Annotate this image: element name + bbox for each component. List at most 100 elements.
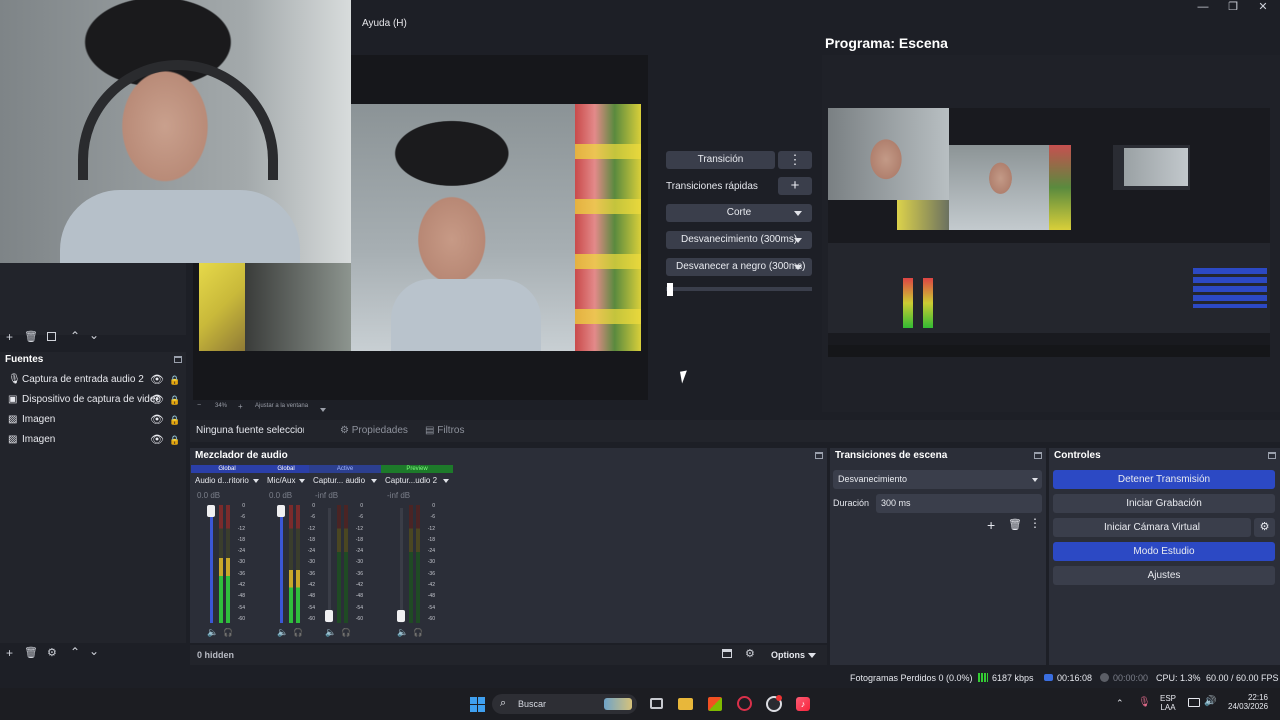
- add-quick-transition-button[interactable]: +: [778, 177, 812, 195]
- windows-start-icon[interactable]: [470, 697, 485, 712]
- layout-icon[interactable]: [722, 649, 732, 658]
- chevron-down-icon[interactable]: [794, 238, 802, 243]
- channel-name[interactable]: Mic/Aux: [267, 476, 295, 485]
- source-item[interactable]: ▨ Imagen 👁 🔒: [0, 430, 185, 450]
- options-button[interactable]: Options: [771, 650, 816, 660]
- store-icon[interactable]: [708, 697, 722, 711]
- quick-transition-cut[interactable]: Corte: [666, 204, 812, 222]
- task-view-icon[interactable]: [650, 698, 663, 709]
- lock-icon[interactable]: 🔒: [169, 390, 180, 410]
- zoom-fit-select[interactable]: Ajustar a la ventana: [255, 403, 308, 409]
- filters-button[interactable]: ▤ Filtros: [425, 425, 464, 436]
- source-item[interactable]: ▣ Dispositivo de captura de video 👁 🔒: [0, 390, 185, 410]
- lock-icon[interactable]: 🔒: [169, 410, 180, 430]
- dock-icon[interactable]: [815, 452, 823, 459]
- taskbar-search[interactable]: ⌕ Buscar: [492, 694, 637, 714]
- volume-fader-handle[interactable]: [397, 610, 405, 622]
- chevron-down-icon[interactable]: [794, 265, 802, 270]
- plus-icon[interactable]: +: [987, 517, 995, 533]
- volume-fader[interactable]: [328, 508, 331, 623]
- chevron-down-icon[interactable]: [371, 479, 377, 483]
- channel-name[interactable]: Captur... audio: [313, 476, 365, 485]
- virtual-camera-settings-button[interactable]: ⚙: [1254, 518, 1275, 537]
- speaker-icon[interactable]: 🔊: [1204, 696, 1216, 707]
- dock-icon[interactable]: [1268, 452, 1276, 459]
- transition-button[interactable]: Transición: [666, 151, 775, 169]
- minimize-button[interactable]: —: [1188, 0, 1218, 14]
- link-icon[interactable]: ⚙: [745, 647, 755, 660]
- volume-fader-handle[interactable]: [325, 610, 333, 622]
- transition-select[interactable]: Desvanecimiento: [833, 470, 1042, 489]
- speaker-icon[interactable]: 🔈: [325, 627, 336, 638]
- volume-fader[interactable]: [210, 508, 213, 623]
- microphone-icon[interactable]: 🎙: [1138, 697, 1151, 708]
- kebab-icon[interactable]: ⋮: [1029, 516, 1041, 530]
- channel-name[interactable]: Captur...udio 2: [385, 476, 437, 485]
- gear-icon[interactable]: ⚙: [47, 646, 57, 659]
- headphones-icon[interactable]: 🎧: [341, 628, 351, 637]
- dock-icon[interactable]: [1034, 452, 1042, 459]
- start-recording-button[interactable]: Iniciar Grabación: [1053, 494, 1275, 513]
- chevron-down-icon[interactable]: [443, 479, 449, 483]
- chevron-down-icon[interactable]: [320, 404, 326, 416]
- language-indicator[interactable]: ESP LAA: [1160, 694, 1176, 712]
- properties-button[interactable]: ⚙ Propiedades: [340, 425, 408, 436]
- speaker-icon[interactable]: 🔈: [277, 627, 288, 638]
- filter-icon[interactable]: [47, 332, 56, 341]
- zoom-in-button[interactable]: +: [238, 402, 243, 411]
- scenes-list[interactable]: [0, 263, 186, 335]
- speaker-icon[interactable]: 🔈: [397, 627, 408, 638]
- trash-icon[interactable]: 🗑: [24, 330, 38, 343]
- menu-help[interactable]: Ayuda (H): [362, 18, 407, 29]
- opera-icon[interactable]: [737, 696, 752, 711]
- chevron-down-icon[interactable]: [794, 211, 802, 216]
- lock-icon[interactable]: 🔒: [169, 430, 180, 450]
- transition-slider[interactable]: [666, 287, 812, 291]
- headphones-icon[interactable]: 🎧: [223, 628, 233, 637]
- volume-fader[interactable]: [280, 508, 283, 623]
- zoom-out-button[interactable]: −: [197, 402, 201, 409]
- eye-icon[interactable]: 👁: [150, 410, 164, 430]
- eye-icon[interactable]: 👁: [150, 390, 164, 410]
- volume-fader-handle[interactable]: [277, 505, 285, 517]
- duration-input[interactable]: 300 ms: [876, 494, 1042, 513]
- trash-icon[interactable]: 🗑: [24, 646, 38, 659]
- chevron-down-icon[interactable]: [253, 479, 259, 483]
- db-scale-tick: -18: [427, 536, 435, 543]
- transition-menu-button[interactable]: ⋮: [778, 151, 812, 169]
- start-virtual-camera-button[interactable]: Iniciar Cámara Virtual: [1053, 518, 1251, 537]
- add-scene-button[interactable]: +: [6, 330, 13, 344]
- studio-mode-button[interactable]: Modo Estudio: [1053, 542, 1275, 561]
- source-item[interactable]: ▨ Imagen 👁 🔒: [0, 410, 185, 430]
- add-source-button[interactable]: +: [6, 646, 13, 660]
- chevron-down-icon[interactable]: [299, 479, 305, 483]
- chevron-up-icon[interactable]: ⌃: [70, 645, 80, 659]
- eye-icon[interactable]: 👁: [150, 430, 164, 450]
- volume-fader-handle[interactable]: [207, 505, 215, 517]
- monitor-icon[interactable]: [1188, 698, 1200, 707]
- transition-slider-handle[interactable]: [667, 283, 673, 296]
- chevron-up-icon[interactable]: ⌃: [1116, 698, 1124, 709]
- file-explorer-icon[interactable]: [678, 698, 693, 710]
- close-button[interactable]: ✕: [1248, 0, 1278, 14]
- quick-transition-fade-black[interactable]: Desvanecer a negro (300ms): [666, 258, 812, 276]
- clock[interactable]: 22:16 24/03/2026: [1228, 693, 1268, 711]
- speaker-icon[interactable]: 🔈: [207, 627, 218, 638]
- channel-name[interactable]: Audio d...ritorio: [195, 476, 249, 485]
- trash-icon[interactable]: 🗑: [1008, 518, 1022, 531]
- lock-icon[interactable]: 🔒: [169, 370, 180, 390]
- music-icon[interactable]: ♪: [796, 697, 810, 711]
- headphones-icon[interactable]: 🎧: [413, 628, 423, 637]
- settings-button[interactable]: Ajustes: [1053, 566, 1275, 585]
- chevron-down-icon[interactable]: ⌄: [89, 644, 99, 658]
- source-item[interactable]: 🎙 Captura de entrada audio 2 👁 🔒: [0, 370, 185, 390]
- headphones-icon[interactable]: 🎧: [293, 628, 303, 637]
- quick-transition-fade[interactable]: Desvanecimiento (300ms): [666, 231, 812, 249]
- chevron-down-icon[interactable]: ⌄: [89, 328, 99, 342]
- dock-icon[interactable]: [174, 356, 182, 363]
- eye-icon[interactable]: 👁: [150, 370, 164, 390]
- volume-fader[interactable]: [400, 508, 403, 623]
- chevron-up-icon[interactable]: ⌃: [70, 329, 80, 343]
- maximize-button[interactable]: ❐: [1218, 0, 1248, 14]
- stop-streaming-button[interactable]: Detener Transmisión: [1053, 470, 1275, 489]
